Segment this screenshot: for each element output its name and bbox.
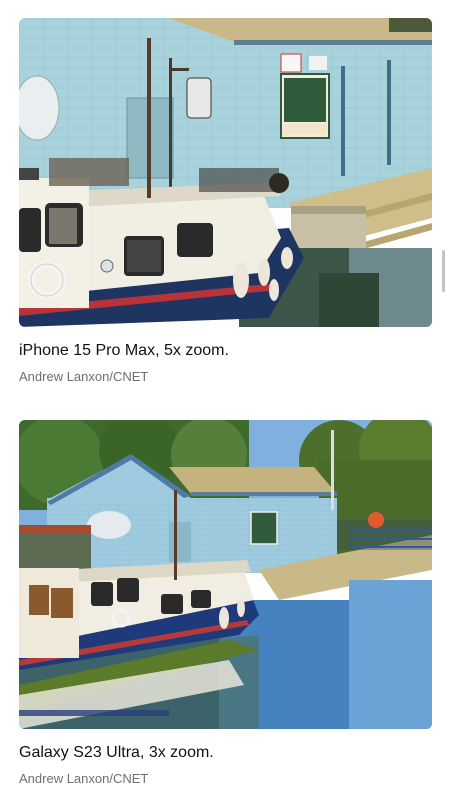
figure-caption: Galaxy S23 Ultra, 3x zoom. [19, 744, 214, 761]
photo-credit: Andrew Lanxon/CNET [19, 369, 149, 384]
photo-galaxy-zoom[interactable] [19, 420, 432, 729]
figure-2: Galaxy S23 Ultra, 3x zoom. Andrew Lanxon… [19, 420, 432, 787]
boat-boathouse-closeup-image [19, 18, 432, 327]
boat-boathouse-wide-image [19, 420, 432, 729]
article-gallery: iPhone 15 Pro Max, 5x zoom. Andrew Lanxo… [0, 0, 450, 796]
figure-1: iPhone 15 Pro Max, 5x zoom. Andrew Lanxo… [19, 18, 432, 385]
photo-credit: Andrew Lanxon/CNET [19, 771, 149, 786]
scrollbar-thumb[interactable] [442, 250, 445, 292]
figure-caption: iPhone 15 Pro Max, 5x zoom. [19, 342, 229, 359]
photo-iphone-zoom[interactable] [19, 18, 432, 327]
